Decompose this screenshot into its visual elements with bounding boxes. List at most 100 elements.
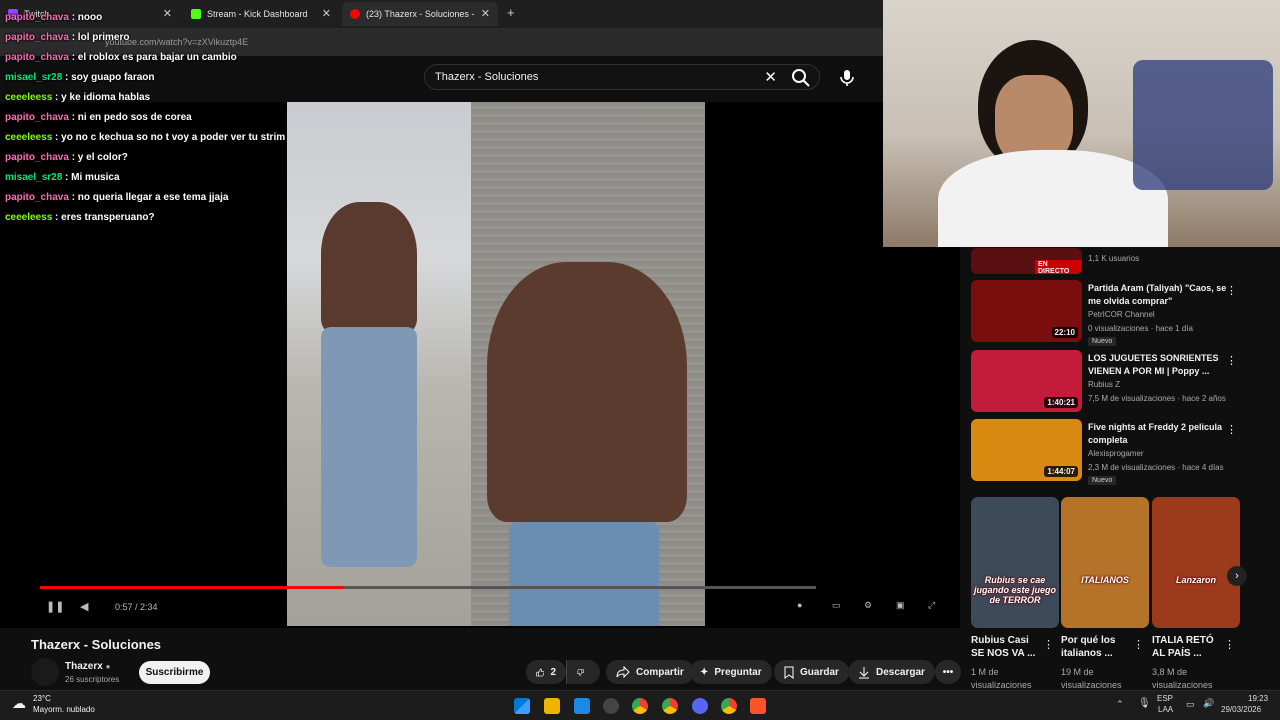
chat-username[interactable]: papito_chava [5,12,69,23]
rec-meta: 1,1 K usuarios [1088,254,1140,263]
rec-channel[interactable]: Rubius Z [1088,380,1120,389]
chat-username[interactable]: misael_sr28 [5,172,62,183]
rec-title[interactable]: Partida Aram (Taliyah) "Caos, se me olvi… [1088,282,1238,308]
file-explorer-icon[interactable] [544,698,560,714]
speaker-icon[interactable]: 🔊 [1203,698,1214,709]
rec-channel[interactable]: Alexisprogamer [1088,449,1144,458]
autoplay-icon[interactable]: ● [797,600,802,610]
search-box[interactable]: Thazerx - Soluciones ✕ [424,64,820,90]
chat-username[interactable]: ceeeleess [5,212,52,223]
volume-icon[interactable]: ◀ [80,600,88,613]
rec-video-card[interactable]: 1:44:07 Five nights at Freddy 2 pelicula … [971,419,1251,485]
chat-text: : lol primero [68,32,130,43]
short-thumbnail[interactable]: Lanzaron [1152,497,1240,628]
chevron-right-icon[interactable]: › [1227,566,1247,586]
chat-username[interactable]: misael_sr28 [5,72,62,83]
short-views: 19 M de visualizaciones [1061,667,1122,690]
clear-icon[interactable]: ✕ [764,68,777,86]
search-input[interactable]: Thazerx - Soluciones [435,71,538,83]
chat-message: papito_chava : ni en pedo sos de corea [5,112,192,123]
chat-text: : no queria llegar a ese tema jjaja [68,192,229,203]
network-icon[interactable]: ▭ [1186,699,1195,710]
chat-message: papito_chava : y el color? [5,152,128,163]
download-label: Descargar [876,666,925,678]
search-icon[interactable] [791,68,811,88]
brave-icon[interactable] [750,698,766,714]
rec-thumbnail: EN DIRECTO [971,248,1082,274]
close-icon[interactable]: ✕ [322,7,331,20]
download-icon [859,666,869,678]
short-thumbnail[interactable]: ITALIANOS [1061,497,1149,628]
short-title[interactable]: ITALIA RETÓ AL PAÍS ... [1152,634,1222,660]
chevron-up-icon[interactable]: ⌃ [1116,699,1124,710]
chrome-profile-icon[interactable] [662,698,678,714]
rec-thumbnail[interactable]: 22:10 [971,280,1082,342]
obs-icon[interactable] [603,698,619,714]
video-frame[interactable] [287,102,705,626]
duration-badge: 1:40:21 [1044,397,1078,408]
short-overlay-text: ITALIANOS [1081,575,1129,585]
subtitles-icon[interactable]: ▭ [832,600,841,611]
channel-avatar[interactable] [31,658,59,686]
more-vert-icon[interactable]: ⋮ [1224,638,1235,651]
rec-title[interactable]: Five nights at Freddy 2 pelicula complet… [1088,421,1238,447]
save-button[interactable]: Guardar [774,660,849,684]
more-vert-icon[interactable]: ⋮ [1043,638,1054,651]
rec-thumbnail[interactable]: 1:44:07 [971,419,1082,481]
chat-username[interactable]: papito_chava [5,152,69,163]
rec-thumbnail[interactable]: 1:40:21 [971,350,1082,412]
weather-icon: ☁ [12,695,26,711]
chat-username[interactable]: papito_chava [5,112,69,123]
short-title[interactable]: Rubius Casi SE NOS VA ... [971,634,1041,660]
more-vert-icon[interactable]: ⋮ [1226,354,1237,367]
sparkle-icon: ✦ [700,666,709,678]
discord-icon[interactable] [692,698,708,714]
rec-title[interactable]: LOS JUGUETES SONRIENTES VIENEN A POR MI … [1088,352,1238,378]
chrome-active-icon[interactable] [721,698,737,714]
like-button[interactable]: 2 [526,660,566,684]
rec-video-card[interactable]: 1:40:21 LOS JUGUETES SONRIENTES VIENEN A … [971,350,1251,416]
language-layout[interactable]: LAA [1158,705,1173,714]
rec-channel[interactable]: PetrICOR Channel [1088,310,1155,319]
share-button[interactable]: Compartir [606,660,694,684]
microphone-icon[interactable] [836,64,858,90]
progress-bar[interactable] [40,586,816,589]
more-vert-icon[interactable]: ⋮ [1226,423,1237,436]
miniplayer-icon[interactable]: ▣ [896,600,905,611]
language-code[interactable]: ESP [1157,694,1173,703]
short-thumbnail[interactable]: Rubius se cae jugando este juego de TERR… [971,497,1059,628]
more-vert-icon[interactable]: ⋮ [1133,638,1144,651]
chat-username[interactable]: papito_chava [5,192,69,203]
chat-message: papito_chava : el roblox es para bajar u… [5,52,237,63]
new-tab-button[interactable]: + [507,5,515,20]
dislike-button[interactable] [566,660,600,684]
chat-message: papito_chava : lol primero [5,32,129,43]
jeans [321,327,417,567]
short-title[interactable]: Por qué los italianos ... [1061,634,1131,660]
channel-name[interactable]: Thazerx ● [65,661,110,672]
rec-live[interactable]: EN DIRECTO 1,1 K usuarios [971,248,1251,274]
chat-username[interactable]: ceeeleess [5,132,52,143]
chat-username[interactable]: ceeeleess [5,92,52,103]
chat-text: : y ke idioma hablas [52,92,151,103]
rec-video-card[interactable]: 22:10 Partida Aram (Taliyah) "Caos, se me… [971,280,1251,346]
tab-youtube[interactable]: (23) Thazerx - Soluciones - ✕ [342,2,498,26]
close-icon[interactable]: ✕ [481,7,490,20]
thumbs-up-icon [536,668,545,676]
fullscreen-icon[interactable]: ⤢ [928,600,935,611]
subscribe-button[interactable]: Suscribirme [139,661,210,684]
settings-icon[interactable]: ⚙ [864,600,872,611]
more-actions-button[interactable]: ••• [935,660,961,684]
chat-username[interactable]: papito_chava [5,52,69,63]
chrome-icon[interactable] [632,698,648,714]
pause-icon[interactable]: ❚❚ [46,600,64,613]
more-vert-icon[interactable]: ⋮ [1226,284,1237,297]
ask-button[interactable]: ✦ Preguntar [690,660,772,684]
thumbs-down-icon [577,668,584,676]
chat-message: ceeeleess : yo no c kechua so no t voy a… [5,132,285,143]
microphone-tray-icon[interactable]: 🎙 [1138,698,1151,709]
app-icon[interactable] [574,698,590,714]
download-button[interactable]: Descargar [848,660,935,684]
chat-username[interactable]: papito_chava [5,32,69,43]
windows-start-icon[interactable] [514,698,530,714]
